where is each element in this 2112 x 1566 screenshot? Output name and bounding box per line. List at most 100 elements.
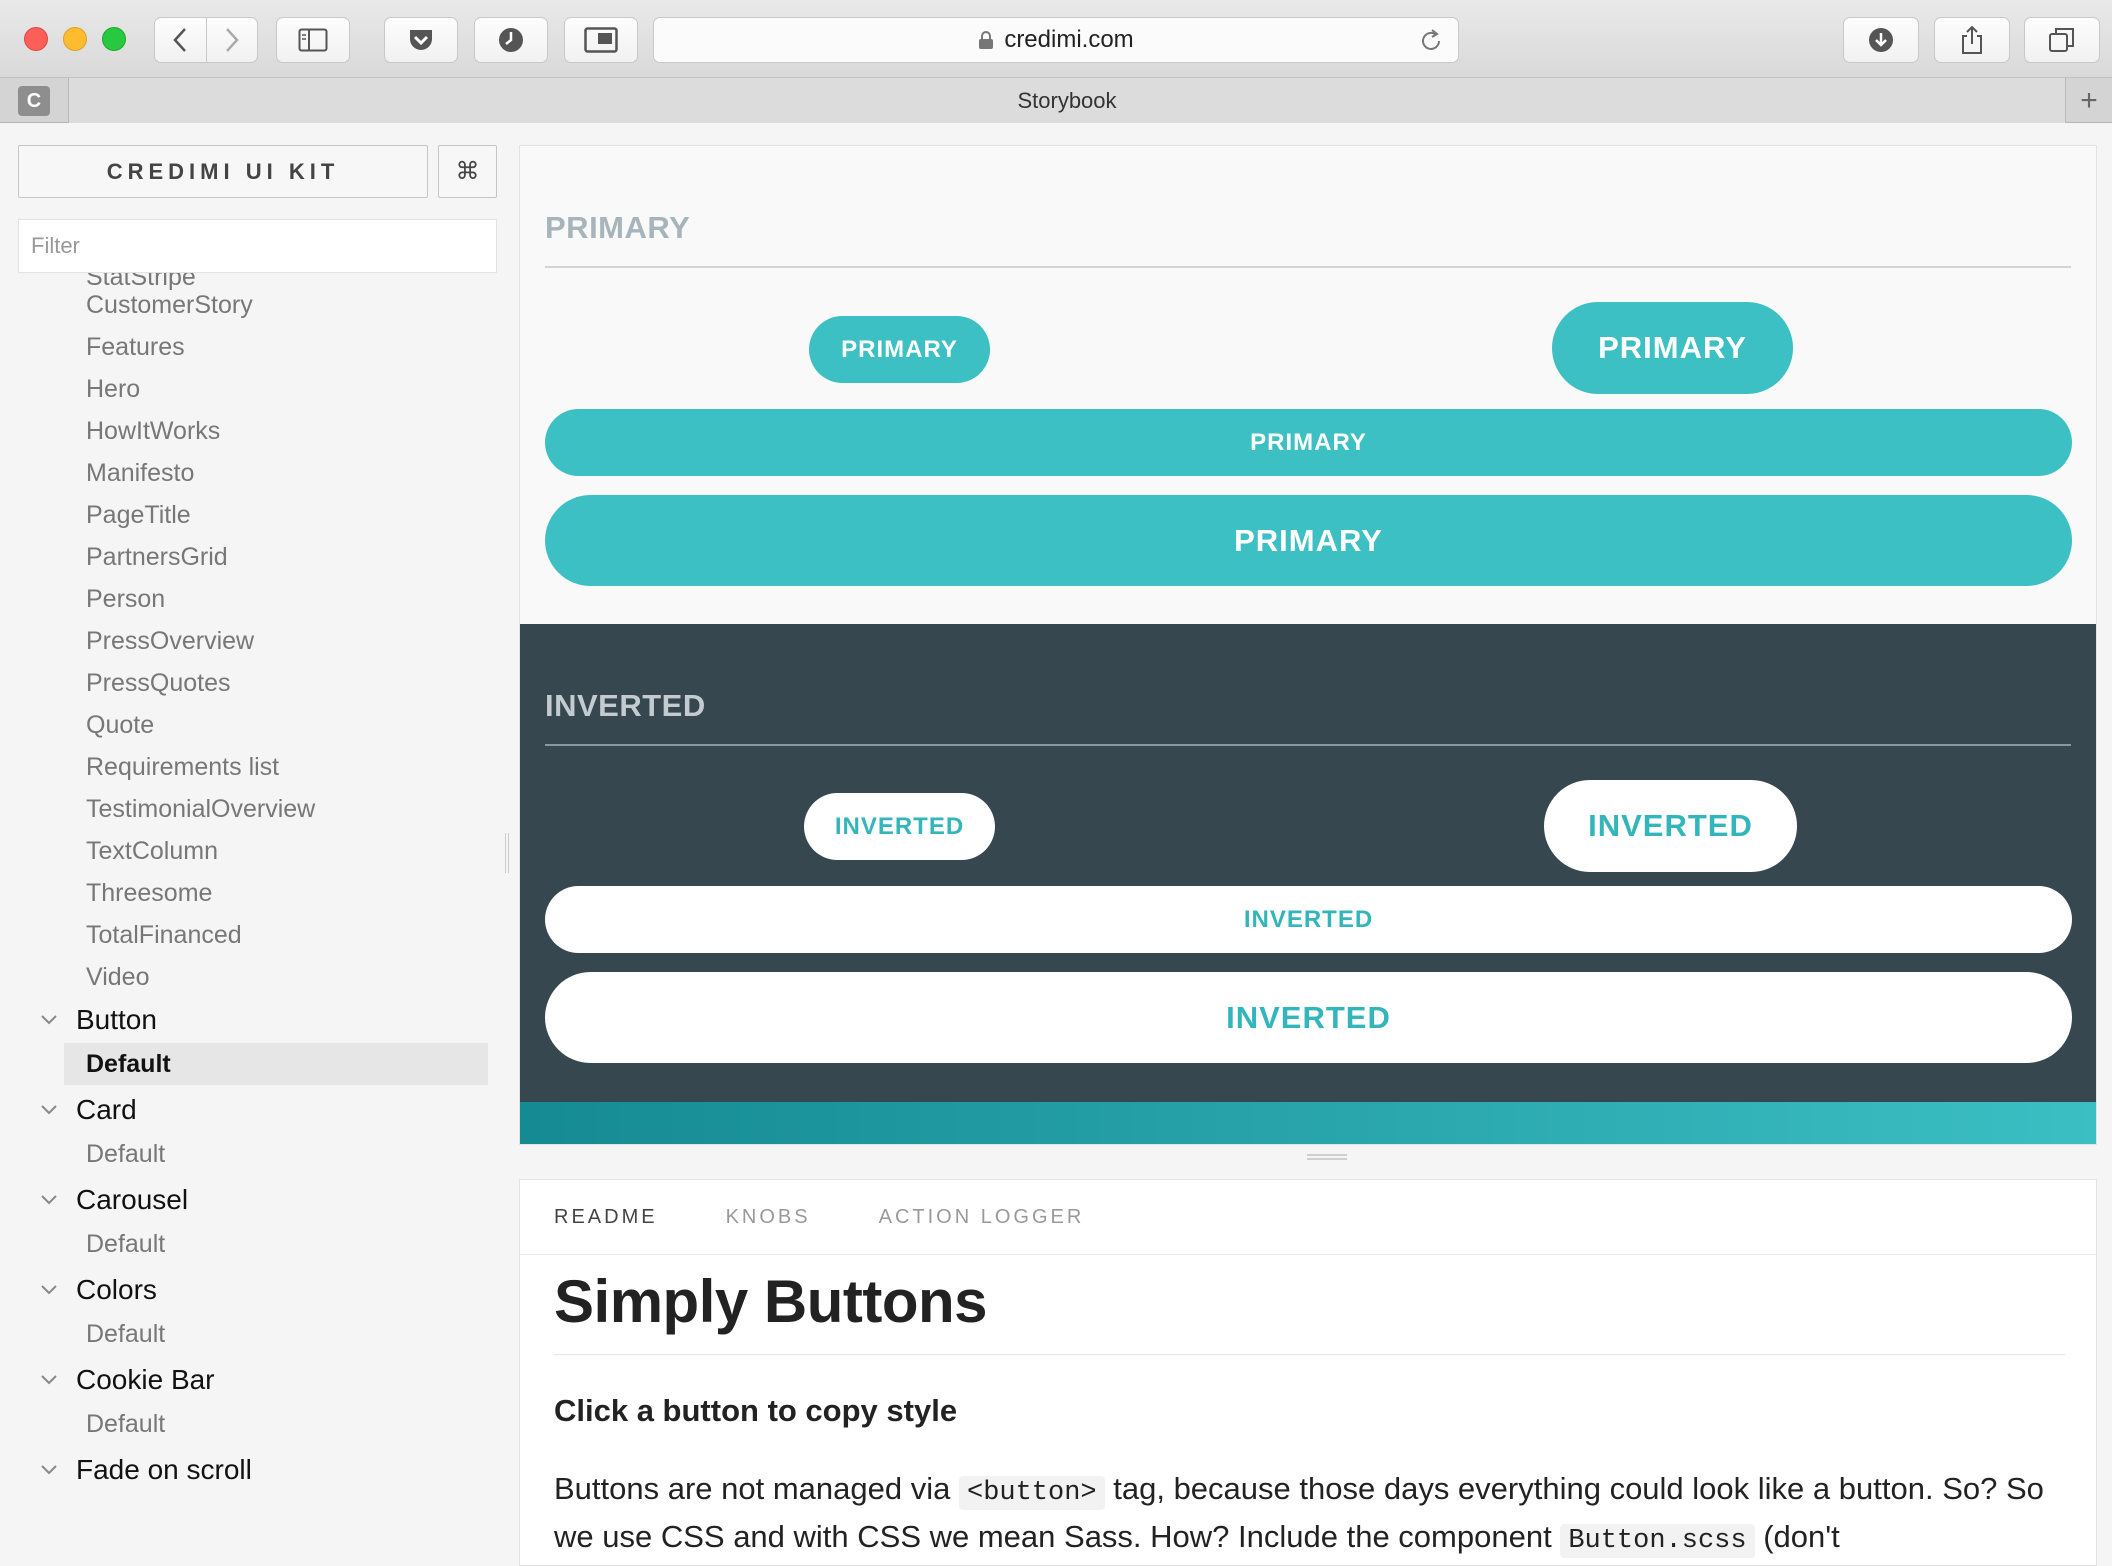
folder-colors[interactable]: Colors	[40, 1269, 157, 1311]
inverted-small-button[interactable]: INVERTED	[804, 793, 995, 860]
folder-fade-on-scroll[interactable]: Fade on scroll	[40, 1449, 252, 1491]
primary-large-button[interactable]: PRIMARY	[1552, 302, 1793, 394]
tab-favicon: C	[18, 86, 50, 116]
readme-paragraph: Buttons are not managed via <button> tag…	[554, 1467, 2066, 1563]
story-item[interactable]: CustomerStory	[86, 285, 253, 325]
lock-icon	[978, 30, 994, 50]
share-button[interactable]	[1934, 17, 2010, 63]
chevron-down-icon	[40, 1284, 76, 1296]
forward-button[interactable]	[205, 18, 257, 62]
folder-label: Carousel	[76, 1184, 189, 1215]
minimize-window-button[interactable]	[63, 27, 87, 51]
pocket-icon	[410, 30, 432, 50]
section-divider	[545, 266, 2071, 268]
inverted-full-width-large-button[interactable]: INVERTED	[545, 972, 2072, 1063]
tabs-icon	[2049, 28, 2074, 52]
chevron-down-icon	[40, 1014, 76, 1026]
address-bar[interactable]: credimi.com	[653, 17, 1459, 63]
inverted-large-button[interactable]: INVERTED	[1544, 780, 1797, 872]
story-item[interactable]: Requirements list	[86, 747, 279, 787]
maximize-window-button[interactable]	[102, 27, 126, 51]
story-item[interactable]: PressOverview	[86, 621, 254, 661]
sidebar-toggle-button[interactable]	[276, 17, 350, 63]
story-item-button-default[interactable]: Default	[86, 1044, 171, 1084]
chevron-down-icon	[40, 1104, 76, 1116]
readme-subtitle: Click a button to copy style	[554, 1393, 958, 1428]
story-item[interactable]: PartnersGrid	[86, 537, 228, 577]
picture-in-picture-button[interactable]	[564, 17, 638, 63]
folder-button[interactable]: Button	[40, 999, 157, 1041]
story-item[interactable]: PressQuotes	[86, 663, 231, 703]
tab-knobs[interactable]: KNOBS	[726, 1206, 811, 1229]
story-item[interactable]: TotalFinanced	[86, 915, 242, 955]
story-item[interactable]: TextColumn	[86, 831, 218, 871]
paragraph-text: Buttons are not managed via	[554, 1471, 951, 1506]
primary-small-button[interactable]: PRIMARY	[809, 316, 990, 383]
story-item[interactable]: Manifesto	[86, 453, 194, 493]
folder-card[interactable]: Card	[40, 1089, 137, 1131]
section-title: INVERTED	[545, 688, 706, 723]
tab-bar: C Storybook +	[0, 78, 2112, 123]
back-forward-group	[154, 17, 258, 63]
story-item[interactable]: Threesome	[86, 873, 212, 913]
stories-tree: StatStripe CustomerStory Features Hero H…	[0, 273, 510, 1566]
new-tab-button[interactable]: +	[2066, 78, 2112, 123]
download-icon	[1869, 28, 1893, 52]
addons-tabs: README KNOBS ACTION LOGGER	[520, 1180, 2096, 1255]
inline-code: Button.scss	[1560, 1524, 1755, 1558]
primary-section: PRIMARY PRIMARY PRIMARY PRIMARY PRIMARY	[520, 146, 2096, 624]
tab-action-logger[interactable]: ACTION LOGGER	[879, 1206, 1085, 1229]
tab-readme[interactable]: README	[554, 1206, 658, 1229]
inverted-section: INVERTED INVERTED INVERTED INVERTED INVE…	[520, 624, 2096, 1102]
back-button[interactable]	[155, 18, 206, 62]
story-item[interactable]: Quote	[86, 705, 154, 745]
story-item[interactable]: Video	[86, 957, 150, 997]
folder-label: Colors	[76, 1274, 157, 1305]
inverted-full-width-button[interactable]: INVERTED	[545, 886, 2072, 953]
tab-overview-button[interactable]	[2024, 17, 2100, 63]
gradient-footer-bar	[520, 1102, 2096, 1144]
share-icon	[1962, 25, 1982, 54]
chevron-down-icon	[40, 1464, 76, 1476]
downloads-button[interactable]	[1843, 17, 1919, 63]
reload-icon[interactable]	[1418, 28, 1444, 61]
chevron-down-icon	[40, 1374, 76, 1386]
close-window-button[interactable]	[24, 27, 48, 51]
readme-content: Simply Buttons Click a button to copy st…	[554, 1255, 2066, 1563]
brand-button[interactable]: CREDIMI UI KIT	[18, 145, 428, 198]
story-item[interactable]: Person	[86, 579, 165, 619]
story-item[interactable]: TestimonialOverview	[86, 789, 315, 829]
browser-tab[interactable]: Storybook	[68, 78, 2066, 123]
chevron-left-icon	[173, 28, 187, 52]
story-item[interactable]: Default	[86, 1314, 165, 1354]
panel-resize-handle[interactable]	[1307, 1154, 1347, 1160]
folder-label: Card	[76, 1094, 137, 1125]
folder-carousel[interactable]: Carousel	[40, 1179, 188, 1221]
inline-code: <button>	[959, 1476, 1105, 1510]
folder-cookie-bar[interactable]: Cookie Bar	[40, 1359, 215, 1401]
paragraph-text: (don't	[1763, 1519, 1840, 1554]
folder-label: Cookie Bar	[76, 1364, 215, 1395]
shortcuts-button[interactable]: ⌘	[438, 145, 497, 198]
primary-full-width-button[interactable]: PRIMARY	[545, 409, 2072, 476]
chevron-right-icon	[226, 28, 239, 52]
primary-full-width-large-button[interactable]: PRIMARY	[545, 495, 2072, 586]
story-item[interactable]: Hero	[86, 369, 140, 409]
filter-input[interactable]	[18, 219, 497, 273]
pocket-button[interactable]	[384, 17, 458, 63]
section-title: PRIMARY	[545, 210, 691, 245]
story-item[interactable]: HowItWorks	[86, 411, 220, 451]
chevron-down-icon	[40, 1194, 76, 1206]
readme-title: Simply Buttons	[554, 1267, 2066, 1355]
story-item[interactable]: PageTitle	[86, 495, 191, 535]
stories-sidebar: CREDIMI UI KIT ⌘ StatStripe CustomerStor…	[0, 123, 510, 1566]
story-item[interactable]: Default	[86, 1224, 165, 1264]
addons-panel: README KNOBS ACTION LOGGER Simply Button…	[519, 1179, 2097, 1566]
story-item[interactable]: Default	[86, 1134, 165, 1174]
story-item[interactable]: Default	[86, 1404, 165, 1444]
story-item[interactable]: Features	[86, 327, 185, 367]
history-button[interactable]	[474, 17, 548, 63]
sidebar-resize-handle[interactable]	[505, 833, 509, 873]
picture-in-picture-icon	[584, 27, 618, 53]
story-preview: PRIMARY PRIMARY PRIMARY PRIMARY PRIMARY …	[519, 145, 2097, 1145]
